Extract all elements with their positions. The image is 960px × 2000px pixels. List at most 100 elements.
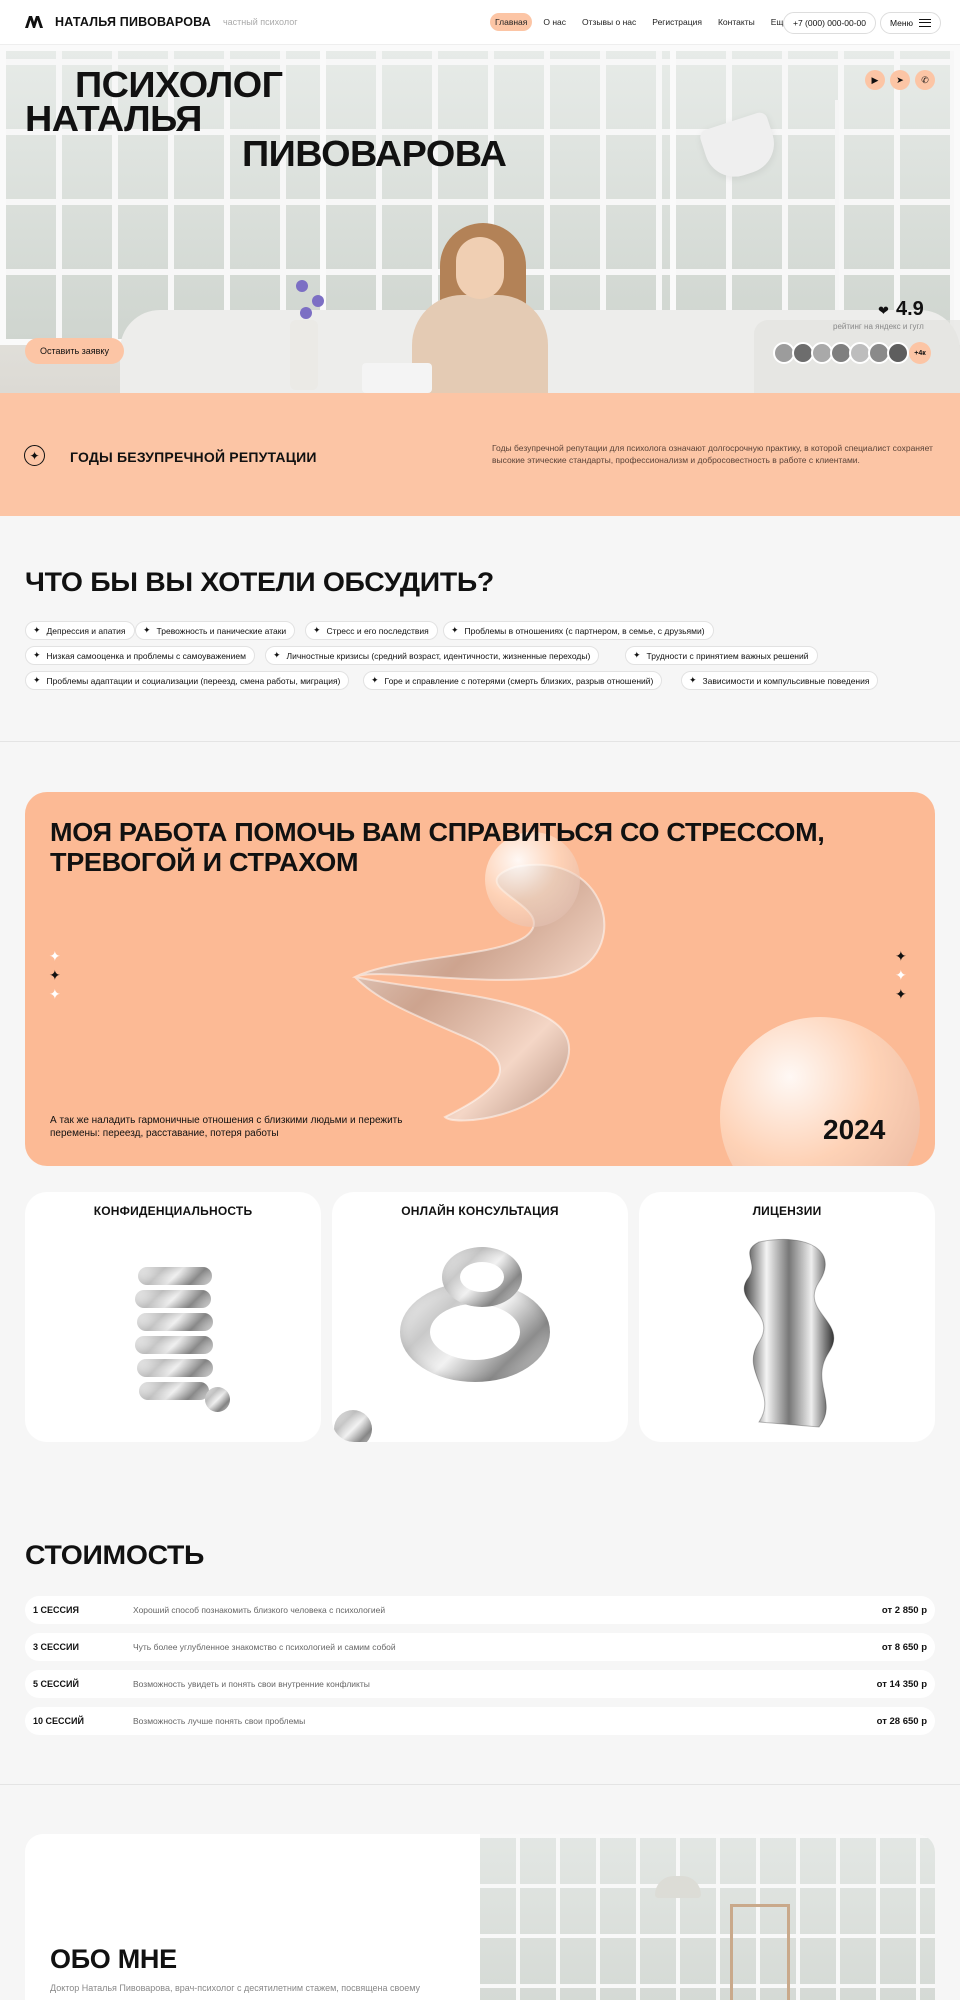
sparkle-icon-group: ✦ ✦ ✦ bbox=[49, 948, 61, 1003]
request-button[interactable]: Оставить заявку bbox=[25, 338, 124, 364]
price-name: 1 СЕССИЯ bbox=[33, 1605, 79, 1615]
topic-chip[interactable]: ✦ Зависимости и компульсивные поведения bbox=[681, 671, 879, 690]
main-nav: Главная О нас Отзывы о нас Регистрация К… bbox=[490, 13, 793, 31]
telegram-icon[interactable]: ➤ bbox=[890, 70, 910, 90]
price-row[interactable]: 5 СЕССИЙ Возможность увидеть и понять св… bbox=[25, 1670, 935, 1698]
feature-title: ОНЛАЙН КОНСУЛЬТАЦИЯ bbox=[401, 1204, 559, 1218]
topic-chip[interactable]: ✦ Личностные кризисы (средний возраст, ид… bbox=[265, 646, 600, 665]
about-shelf bbox=[730, 1904, 790, 2000]
price-row[interactable]: 10 СЕССИЙ Возможность лучше понять свои … bbox=[25, 1707, 935, 1735]
topics-title: ЧТО БЫ ВЫ ХОТЕЛИ ОБСУДИТЬ? bbox=[25, 567, 494, 597]
nav-contacts[interactable]: Контакты bbox=[713, 13, 760, 31]
reputation-text: Годы безупречной репутации для психолога… bbox=[492, 443, 933, 465]
phone-button[interactable]: +7 (000) 000-00-00 bbox=[783, 12, 877, 34]
price-amount: от 28 650 р bbox=[876, 1715, 927, 1727]
hero-title-line2: НАТАЛЬЯ bbox=[25, 98, 202, 139]
feature-title: КОНФИДЕНЦИАЛЬНОСТЬ bbox=[93, 1204, 253, 1218]
rating-value: 4.9 bbox=[896, 298, 924, 320]
sparkle-icon: ✦ bbox=[895, 986, 907, 1002]
sparkle-icon: ✦ bbox=[689, 675, 697, 685]
topic-chip[interactable]: ✦ Проблемы адаптации и социализации (пере… bbox=[25, 671, 350, 690]
sparkle-icon: ✦ bbox=[33, 625, 41, 635]
menu-button[interactable]: Меню bbox=[880, 12, 941, 34]
price-amount: от 8 650 р bbox=[881, 1641, 927, 1653]
sparkle-icon-group: ✦ ✦ ✦ bbox=[895, 948, 907, 1003]
topic-chip[interactable]: ✦ Тревожность и панические атаки bbox=[135, 621, 296, 640]
topic-label: Горе и справление с потерями (смерть бли… bbox=[384, 675, 654, 686]
price-description: Хороший способ познакомить близкого чело… bbox=[133, 1605, 386, 1615]
topic-label: Проблемы адаптации и социализации (перее… bbox=[46, 675, 341, 686]
sparkle-icon: ✦ bbox=[49, 967, 61, 983]
topic-chip[interactable]: ✦ Низкая самооценка и проблемы с самоуваж… bbox=[25, 646, 255, 665]
flower-blossom bbox=[312, 295, 324, 307]
hero-woman-body bbox=[412, 295, 548, 393]
brand-name[interactable]: НАТАЛЬЯ ПИВОВАРОВА bbox=[55, 15, 211, 29]
price-row[interactable]: 1 СЕССИЯ Хороший способ познакомить близ… bbox=[25, 1596, 935, 1624]
rating-label: рейтинг на яндекс и гугл bbox=[833, 322, 924, 331]
hero-laptop bbox=[362, 363, 432, 393]
sparkle-icon: ✦ bbox=[633, 650, 641, 660]
price-description: Возможность лучше понять свои проблемы bbox=[133, 1716, 306, 1726]
topic-label: Стресс и его последствия bbox=[326, 625, 429, 636]
topic-label: Низкая самооценка и проблемы с самоуваже… bbox=[46, 650, 246, 661]
brand-subtitle: частный психолог bbox=[222, 17, 298, 27]
topic-label: Проблемы в отношениях (с партнером, в се… bbox=[464, 625, 705, 636]
about-section: ОБО МНЕ Доктор Наталья Пивоварова, врач-… bbox=[25, 1834, 935, 2000]
feature-card-confidentiality[interactable]: КОНФИДЕНЦИАЛЬНОСТЬ bbox=[25, 1192, 321, 1442]
price-name: 10 СЕССИЙ bbox=[33, 1716, 84, 1726]
topic-label: Трудности с принятием важных решений bbox=[646, 650, 809, 661]
sparkle-icon: ✦ bbox=[895, 967, 907, 983]
price-name: 5 СЕССИЙ bbox=[33, 1679, 79, 1689]
feature-title: ЛИЦЕНЗИИ bbox=[752, 1204, 822, 1218]
sparkle-icon: ✦ bbox=[371, 675, 379, 685]
nav-home[interactable]: Главная bbox=[490, 13, 533, 31]
price-amount: от 2 850 р bbox=[881, 1604, 927, 1616]
sparkle-icon: ✦ bbox=[451, 625, 459, 635]
menu-label: Меню bbox=[890, 18, 913, 28]
sparkle-icon: ✦ bbox=[24, 445, 45, 466]
sparkle-icon: ✦ bbox=[33, 650, 41, 660]
sparkle-icon: ✦ bbox=[143, 625, 151, 635]
nav-about[interactable]: О нас bbox=[538, 13, 571, 31]
price-row[interactable]: 3 СЕССИИ Чуть более углубленное знакомст… bbox=[25, 1633, 935, 1661]
topic-chip[interactable]: ✦ Горе и справление с потерями (смерть бл… bbox=[363, 671, 663, 690]
sparkle-icon: ✦ bbox=[49, 986, 61, 1002]
flower-vase bbox=[290, 320, 318, 390]
nav-reviews[interactable]: Отзывы о нас bbox=[577, 13, 641, 31]
hero-woman-face bbox=[456, 237, 504, 299]
sparkle-icon: ✦ bbox=[49, 948, 61, 964]
nav-registration[interactable]: Регистрация bbox=[647, 13, 707, 31]
site-header: НАТАЛЬЯ ПИВОВАРОВА частный психолог Глав… bbox=[0, 0, 960, 45]
topic-label: Зависимости и компульсивные поведения bbox=[702, 675, 870, 686]
youtube-icon[interactable]: ▶ bbox=[865, 70, 885, 90]
pricing-title: СТОИМОСТЬ bbox=[25, 1540, 205, 1570]
hamburger-icon bbox=[918, 19, 931, 27]
glass-twist-image bbox=[743, 1238, 835, 1428]
topic-chip[interactable]: ✦ Трудности с принятием важных решений bbox=[625, 646, 818, 665]
topic-label: Личностные кризисы (средний возраст, иде… bbox=[286, 650, 591, 661]
topic-chip[interactable]: ✦ Проблемы в отношениях (с партнером, в с… bbox=[443, 621, 714, 640]
topic-label: Депрессия и апатия bbox=[46, 625, 126, 636]
glass-spiral-image bbox=[351, 863, 606, 1122]
mission-text: А так же наладить гармоничные отношения … bbox=[50, 1115, 403, 1139]
feature-card-online[interactable]: ОНЛАЙН КОНСУЛЬТАЦИЯ bbox=[332, 1192, 628, 1442]
price-name: 3 СЕССИИ bbox=[33, 1642, 79, 1652]
feature-card-licenses[interactable]: ЛИЦЕНЗИИ bbox=[639, 1192, 935, 1442]
hero-title-line3: ПИВОВАРОВА bbox=[242, 133, 507, 174]
mission-title: МОЯ РАБОТА ПОМОЧЬ ВАМ СПРАВИТЬСЯ СО СТРЕ… bbox=[50, 817, 825, 877]
section-divider bbox=[0, 1784, 960, 1785]
reputation-title: ГОДЫ БЕЗУПРЕЧНОЙ РЕПУТАЦИИ bbox=[70, 449, 317, 465]
mission-year: 2024 bbox=[823, 1114, 886, 1145]
whatsapp-icon[interactable]: ✆ bbox=[915, 70, 935, 90]
price-description: Возможность увидеть и понять свои внутре… bbox=[133, 1679, 370, 1689]
topic-chip[interactable]: ✦ Стресс и его последствия bbox=[305, 621, 438, 640]
mission-card: МОЯ РАБОТА ПОМОЧЬ ВАМ СПРАВИТЬСЯ СО СТРЕ… bbox=[25, 792, 935, 1166]
topic-chip[interactable]: ✦ Депрессия и апатия bbox=[25, 621, 135, 640]
avatars-more-badge: +4к bbox=[909, 342, 931, 364]
logo-icon[interactable] bbox=[25, 16, 43, 28]
pendant-lamp bbox=[655, 1876, 701, 1898]
price-amount: от 14 350 р bbox=[876, 1678, 927, 1690]
sparkle-icon: ✦ bbox=[313, 625, 321, 635]
sparkle-icon: ✦ bbox=[895, 948, 907, 964]
flower-blossom bbox=[296, 280, 308, 292]
